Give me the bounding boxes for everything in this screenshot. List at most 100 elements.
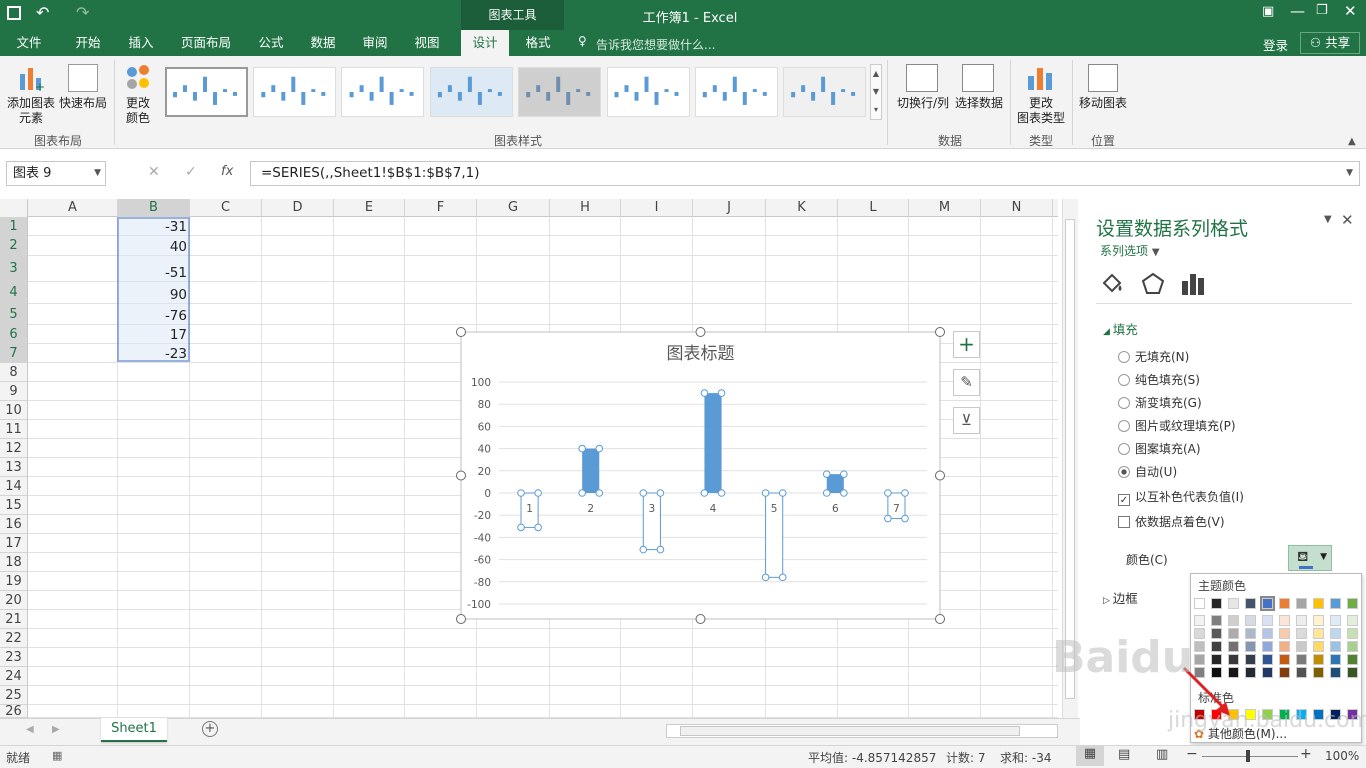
row-header-24[interactable]: 24 — [0, 667, 28, 686]
chart-elements-button[interactable]: + — [953, 331, 980, 358]
chart-filters-button[interactable]: ⊻ — [953, 407, 980, 434]
bar-3[interactable] — [642, 492, 661, 551]
column-header-h[interactable]: H — [550, 199, 621, 217]
tab-page-layout[interactable]: 页面布局 — [170, 30, 242, 56]
row-header-15[interactable]: 15 — [0, 496, 28, 515]
switch-row-column-button[interactable]: 切换行/列 — [894, 96, 952, 111]
row-header-17[interactable]: 17 — [0, 534, 28, 553]
row-header-23[interactable]: 23 — [0, 648, 28, 667]
column-header-l[interactable]: L — [838, 199, 909, 217]
column-header-c[interactable]: C — [190, 199, 262, 217]
theme-shade-swatch[interactable] — [1313, 628, 1324, 639]
add-sheet-icon[interactable]: + — [202, 721, 218, 737]
bar-selection-handle[interactable] — [639, 545, 648, 554]
cell-b7[interactable]: -23 — [118, 346, 187, 363]
theme-shade-swatch[interactable] — [1262, 654, 1273, 665]
effects-icon[interactable] — [1140, 271, 1166, 297]
column-header-d[interactable]: D — [262, 199, 334, 217]
fill-option-2[interactable]: 渐变填充(G) — [1118, 394, 1202, 411]
bar-selection-handle[interactable] — [639, 489, 648, 497]
theme-swatch[interactable] — [1313, 598, 1324, 609]
theme-shade-swatch[interactable] — [1330, 615, 1341, 626]
row-header-25[interactable]: 25 — [0, 686, 28, 705]
bar-selection-handle[interactable] — [901, 514, 909, 523]
page-layout-view-icon[interactable]: ▤ — [1118, 747, 1130, 762]
bar-selection-handle[interactable] — [822, 489, 831, 497]
redo-icon[interactable]: ↷ — [76, 3, 89, 22]
row-header-8[interactable]: 8 — [0, 363, 28, 382]
row-header-3[interactable]: 3 — [0, 256, 28, 282]
move-chart-button[interactable]: 移动图表 — [1076, 96, 1130, 111]
chart-resize-handle[interactable] — [456, 470, 466, 481]
pane-options-icon[interactable]: ▼ — [1324, 214, 1332, 225]
chart-title[interactable]: 图表标题 — [667, 344, 735, 364]
cell-b1[interactable]: -31 — [118, 219, 187, 236]
next-sheet-icon[interactable]: ▶ — [52, 724, 60, 735]
theme-shade-swatch[interactable] — [1245, 641, 1256, 652]
chart-styles-button[interactable]: ✎ — [953, 369, 980, 396]
row-header-11[interactable]: 11 — [0, 420, 28, 439]
cell-b3[interactable]: -51 — [118, 265, 187, 282]
row-header-4[interactable]: 4 — [0, 282, 28, 304]
bar-selection-handle[interactable] — [717, 489, 726, 497]
bar-selection-handle[interactable] — [840, 489, 848, 497]
theme-shade-swatch[interactable] — [1279, 667, 1290, 678]
macro-record-icon[interactable]: ▦ — [52, 749, 62, 762]
chart-resize-handle[interactable] — [456, 327, 466, 337]
row-header-2[interactable]: 2 — [0, 236, 28, 256]
chart-resize-handle[interactable] — [456, 614, 466, 624]
chart-resize-handle[interactable] — [695, 327, 706, 337]
theme-swatch[interactable] — [1194, 598, 1205, 609]
fill-option-3[interactable]: 图片或纹理填充(P) — [1118, 417, 1236, 434]
bar-6[interactable] — [826, 474, 844, 493]
bar-selection-handle[interactable] — [534, 489, 542, 497]
row-header-9[interactable]: 9 — [0, 382, 28, 401]
fill-option-4[interactable]: 图案填充(A) — [1118, 440, 1201, 457]
column-header-f[interactable]: F — [405, 199, 477, 217]
fill-option-5[interactable]: 自动(U) — [1118, 463, 1177, 480]
formula-input[interactable]: =SERIES(,,Sheet1!$B$1:$B$7,1) ▼ — [250, 161, 1360, 186]
save-icon[interactable] — [7, 6, 21, 20]
tab-data[interactable]: 数据 — [300, 30, 346, 56]
fill-option-1[interactable]: 纯色填充(S) — [1118, 371, 1200, 388]
prev-sheet-icon[interactable]: ◀ — [26, 724, 34, 735]
cell-b4[interactable]: 90 — [118, 287, 187, 304]
name-box[interactable]: 图表 9 ▼ — [6, 161, 106, 186]
theme-shade-swatch[interactable] — [1330, 641, 1341, 652]
theme-swatch[interactable] — [1260, 596, 1275, 611]
column-header-n[interactable]: N — [981, 199, 1053, 217]
select-data-button[interactable]: 选择数据 — [952, 96, 1006, 111]
expand-formula-icon[interactable]: ▼ — [1346, 162, 1353, 185]
theme-shade-swatch[interactable] — [1279, 615, 1290, 626]
zoom-in-icon[interactable]: + — [1300, 746, 1312, 762]
bar-selection-handle[interactable] — [761, 573, 770, 582]
bar-selection-handle[interactable] — [884, 489, 892, 497]
theme-shade-swatch[interactable] — [1347, 641, 1358, 652]
tell-me-input[interactable]: 告诉我您想要做什么... — [596, 36, 715, 53]
theme-shade-swatch[interactable] — [1347, 667, 1358, 678]
theme-shade-swatch[interactable] — [1211, 615, 1222, 626]
column-header-i[interactable]: I — [621, 199, 693, 217]
cancel-icon[interactable]: ✕ — [148, 164, 160, 180]
invert-negative-checkbox[interactable]: ✓ 以互补色代表负值(I) — [1118, 488, 1244, 506]
theme-swatch[interactable] — [1228, 598, 1239, 609]
column-header-k[interactable]: K — [766, 199, 838, 217]
row-header-16[interactable]: 16 — [0, 515, 28, 534]
tab-format[interactable]: 格式 — [514, 30, 562, 56]
ribbon-display-icon[interactable]: ▣ — [1262, 4, 1274, 19]
theme-shade-swatch[interactable] — [1228, 628, 1239, 639]
theme-shade-swatch[interactable] — [1211, 628, 1222, 639]
quick-layout-button[interactable]: 快速布局 — [58, 96, 108, 111]
enter-icon[interactable]: ✓ — [185, 164, 197, 180]
change-colors-button[interactable]: 更改 颜色 — [118, 96, 158, 126]
row-header-20[interactable]: 20 — [0, 591, 28, 610]
theme-shade-swatch[interactable] — [1313, 641, 1324, 652]
restore-icon[interactable]: ❐ — [1316, 3, 1328, 18]
horizontal-scroll-thumb[interactable] — [680, 726, 1020, 736]
bar-selection-handle[interactable] — [595, 444, 604, 453]
theme-shade-swatch[interactable] — [1211, 641, 1222, 652]
column-header-a[interactable]: A — [28, 199, 118, 217]
bar-2[interactable] — [582, 448, 600, 493]
theme-shade-swatch[interactable] — [1296, 667, 1307, 678]
theme-shade-swatch[interactable] — [1296, 654, 1307, 665]
